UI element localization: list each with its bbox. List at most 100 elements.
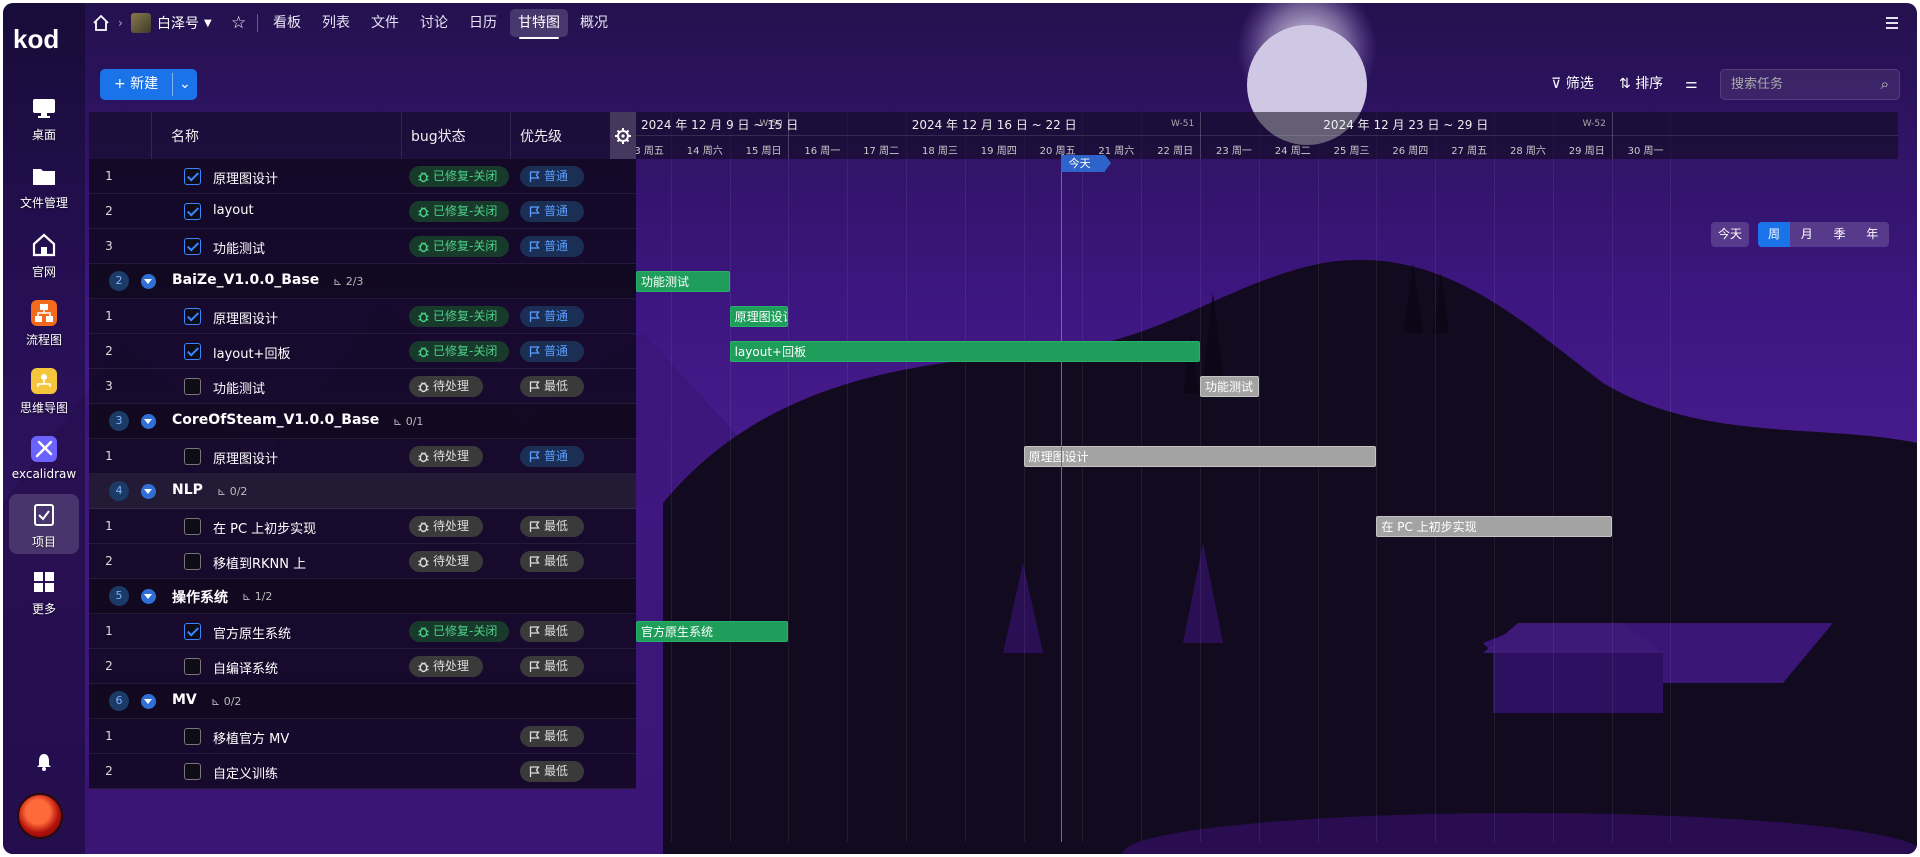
bug-status-badge[interactable]: 已修复-关闭: [409, 341, 509, 362]
tab-overview[interactable]: 概况: [572, 9, 616, 37]
bug-status-badge[interactable]: 待处理: [409, 551, 483, 572]
group-row[interactable]: 5 操作系统 ⊾ 1/2: [89, 579, 636, 614]
task-checkbox[interactable]: [184, 378, 201, 395]
gantt-bar[interactable]: 在 PC 上初步实现: [1376, 516, 1612, 537]
priority-badge[interactable]: 最低: [520, 761, 584, 782]
task-checkbox[interactable]: [184, 728, 201, 745]
task-name[interactable]: 功能测试: [213, 378, 265, 397]
bug-status-badge[interactable]: 已修复-关闭: [409, 621, 509, 642]
task-checkbox[interactable]: [184, 553, 201, 570]
menu-icon[interactable]: [1883, 3, 1901, 43]
avatar[interactable]: [17, 793, 63, 839]
gantt-bar[interactable]: 原理图设计: [729, 306, 789, 327]
view-mode-0[interactable]: 周: [1758, 222, 1790, 247]
priority-badge[interactable]: 最低: [520, 726, 584, 747]
task-name[interactable]: 自定义训练: [213, 763, 278, 782]
table-row[interactable]: 1 在 PC 上初步实现 待处理 最低: [89, 509, 636, 544]
bug-status-badge[interactable]: 待处理: [409, 376, 483, 397]
task-checkbox[interactable]: [184, 763, 201, 780]
priority-badge[interactable]: 普通: [520, 446, 584, 467]
tab-discussion[interactable]: 讨论: [412, 9, 456, 37]
table-row[interactable]: 2 自定义训练 最低: [89, 754, 636, 789]
bug-status-badge[interactable]: 待处理: [409, 516, 483, 537]
table-row[interactable]: 2 layout+回板 已修复-关闭 普通: [89, 334, 636, 369]
priority-badge[interactable]: 普通: [520, 201, 584, 222]
tab-gantt[interactable]: 甘特图: [510, 9, 568, 39]
priority-badge[interactable]: 普通: [520, 341, 584, 362]
sidebar-item-mindmap[interactable]: 思维导图: [9, 360, 79, 420]
task-name[interactable]: layout+回板: [213, 343, 290, 362]
sort-button[interactable]: ⇅ 排序: [1619, 74, 1663, 94]
table-row[interactable]: 2 layout 已修复-关闭 普通: [89, 194, 636, 229]
task-checkbox[interactable]: [184, 238, 201, 255]
task-name[interactable]: 原理图设计: [213, 308, 278, 327]
notification-bell-icon[interactable]: [33, 751, 55, 773]
column-settings-button[interactable]: [610, 112, 636, 159]
task-name[interactable]: 原理图设计: [213, 448, 278, 467]
project-switcher[interactable]: 白泽号 ▼: [131, 3, 212, 43]
task-name[interactable]: 移植到RKNN 上: [213, 553, 306, 572]
chevron-down-icon[interactable]: ⌄: [179, 69, 191, 100]
priority-badge[interactable]: 最低: [520, 376, 584, 397]
task-name[interactable]: 移植官方 MV: [213, 728, 289, 747]
filter-button[interactable]: ⊽ 筛选: [1551, 74, 1594, 94]
table-row[interactable]: 1 原理图设计 待处理 普通: [89, 439, 636, 474]
table-row[interactable]: 1 官方原生系统 已修复-关闭 最低: [89, 614, 636, 649]
priority-badge[interactable]: 普通: [520, 306, 584, 327]
collapse-caret-icon[interactable]: [141, 274, 156, 289]
search-input[interactable]: 搜索任务 ⌕: [1720, 69, 1900, 100]
task-name[interactable]: layout: [213, 203, 254, 218]
view-mode-3[interactable]: 年: [1856, 222, 1888, 247]
sidebar-item-desktop[interactable]: 桌面: [9, 87, 79, 147]
task-checkbox[interactable]: [184, 308, 201, 325]
task-checkbox[interactable]: [184, 658, 201, 675]
priority-badge[interactable]: 最低: [520, 656, 584, 677]
task-checkbox[interactable]: [184, 518, 201, 535]
table-row[interactable]: 2 自编译系统 待处理 最低: [89, 649, 636, 684]
table-row[interactable]: 3 功能测试 已修复-关闭 普通: [89, 229, 636, 264]
new-task-button[interactable]: + 新建 ⌄: [100, 69, 197, 100]
group-row[interactable]: 6 MV ⊾ 0/2: [89, 684, 636, 719]
group-row[interactable]: 3 CoreOfSteam_V1.0.0_Base ⊾ 0/1: [89, 404, 636, 439]
priority-badge[interactable]: 普通: [520, 166, 584, 187]
sidebar-item-project[interactable]: 项目: [9, 494, 79, 554]
collapse-caret-icon[interactable]: [141, 414, 156, 429]
table-row[interactable]: 2 移植到RKNN 上 待处理 最低: [89, 544, 636, 579]
task-checkbox[interactable]: [184, 203, 201, 220]
settings-sliders-icon[interactable]: ⚌: [1685, 74, 1698, 94]
task-checkbox[interactable]: [184, 343, 201, 360]
tab-calendar[interactable]: 日历: [461, 9, 505, 37]
priority-badge[interactable]: 最低: [520, 621, 584, 642]
view-mode-1[interactable]: 月: [1791, 222, 1823, 247]
sidebar-item-more[interactable]: 更多: [9, 561, 79, 621]
group-row[interactable]: 4 NLP ⊾ 0/2: [89, 474, 636, 509]
header-bug-status[interactable]: bug状态: [411, 126, 466, 146]
sidebar-item-files[interactable]: 文件管理: [9, 155, 79, 215]
tab-list[interactable]: 列表: [314, 9, 358, 37]
header-name[interactable]: 名称: [171, 126, 199, 146]
priority-badge[interactable]: 普通: [520, 236, 584, 257]
table-row[interactable]: 3 功能测试 待处理 最低: [89, 369, 636, 404]
task-name[interactable]: 功能测试: [213, 238, 265, 257]
header-priority[interactable]: 优先级: [520, 126, 562, 146]
table-row[interactable]: 1 移植官方 MV 最低: [89, 719, 636, 754]
home-icon[interactable]: [92, 3, 110, 43]
task-name[interactable]: 在 PC 上初步实现: [213, 518, 316, 537]
collapse-caret-icon[interactable]: [141, 484, 156, 499]
task-checkbox[interactable]: [184, 448, 201, 465]
view-mode-2[interactable]: 季: [1824, 222, 1856, 247]
task-name[interactable]: 原理图设计: [213, 168, 278, 187]
gantt-bar[interactable]: 官方原生系统: [636, 621, 789, 642]
task-name[interactable]: 自编译系统: [213, 658, 278, 677]
bug-status-badge[interactable]: 待处理: [409, 656, 483, 677]
priority-badge[interactable]: 最低: [520, 516, 584, 537]
bug-status-badge[interactable]: 已修复-关闭: [409, 201, 509, 222]
tab-kanban[interactable]: 看板: [265, 9, 309, 37]
star-icon[interactable]: ☆: [231, 3, 246, 43]
table-row[interactable]: 1 原理图设计 已修复-关闭 普通: [89, 159, 636, 194]
gantt-bar[interactable]: 原理图设计: [1023, 446, 1377, 467]
jump-to-today-button[interactable]: 今天: [1711, 222, 1749, 247]
task-checkbox[interactable]: [184, 623, 201, 640]
gantt-bar[interactable]: 功能测试: [1200, 376, 1259, 397]
group-row[interactable]: 2 BaiZe_V1.0.0_Base ⊾ 2/3: [89, 264, 636, 299]
